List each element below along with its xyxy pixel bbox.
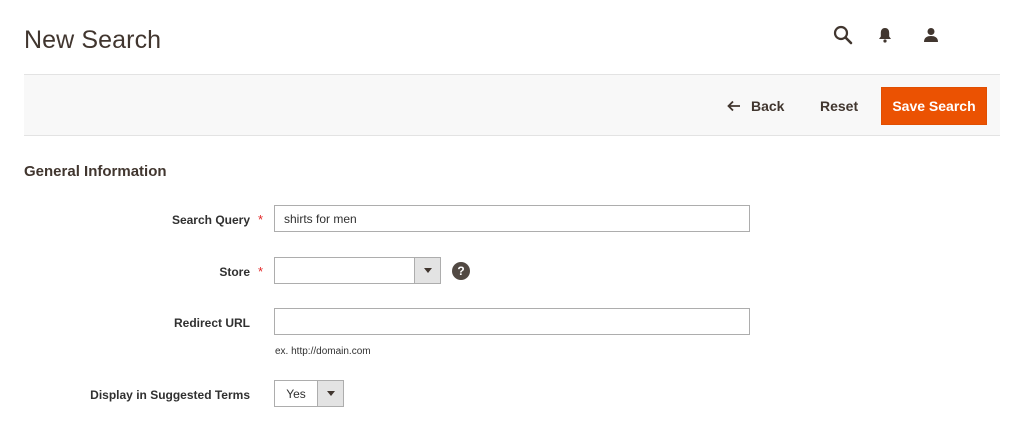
required-mark: *	[258, 264, 264, 279]
display-in-suggested-terms-value: Yes	[286, 386, 306, 401]
chevron-down-icon	[414, 258, 440, 283]
back-button[interactable]: Back	[727, 95, 784, 117]
search-icon[interactable]	[832, 24, 854, 46]
help-icon[interactable]: ?	[452, 262, 470, 280]
store-label: Store	[219, 265, 250, 279]
section-title: General Information	[24, 163, 167, 180]
search-query-input[interactable]	[274, 205, 750, 232]
bell-icon[interactable]	[874, 24, 896, 46]
header-actions	[832, 24, 942, 46]
page-title: New Search	[24, 26, 162, 54]
display-in-suggested-terms-label: Display in Suggested Terms	[90, 388, 250, 402]
display-in-suggested-terms-select[interactable]: Yes	[274, 380, 344, 407]
page-actions-bar: Back Reset Save Search	[24, 74, 1000, 136]
arrow-left-icon	[727, 100, 740, 112]
store-select[interactable]	[274, 257, 441, 284]
reset-button[interactable]: Reset	[820, 95, 858, 117]
user-icon[interactable]	[920, 24, 942, 46]
store-select-value	[275, 258, 414, 283]
required-mark: *	[258, 212, 264, 227]
search-query-label: Search Query	[171, 213, 250, 227]
redirect-url-note: ex. http://domain.com	[275, 346, 371, 357]
back-button-label: Back	[751, 98, 785, 114]
redirect-url-label: Redirect URL	[173, 316, 250, 330]
chevron-down-icon	[317, 381, 343, 406]
redirect-url-input[interactable]	[274, 308, 750, 335]
save-search-button[interactable]: Save Search	[881, 87, 987, 125]
